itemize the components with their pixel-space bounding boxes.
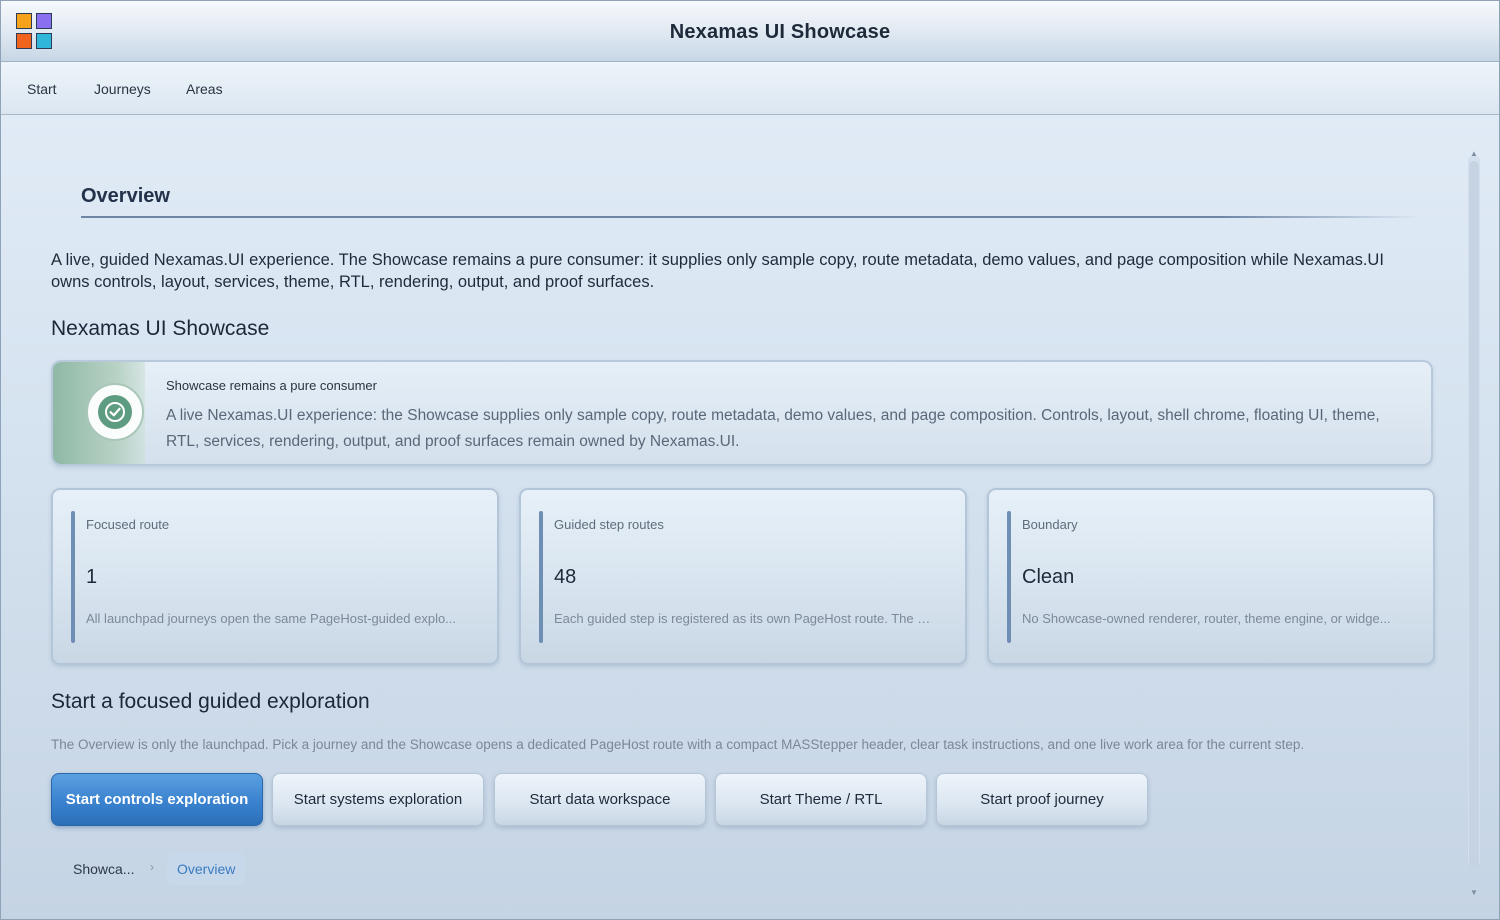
- window-title: Nexamas UI Showcase: [669, 21, 891, 43]
- menu-bar: Start Journeys Areas: [1, 62, 1499, 115]
- stat-card-focused-route: Focused route 1 All launchpad journeys o…: [51, 488, 499, 665]
- stat-value: 1: [86, 566, 98, 588]
- exploration-heading: Start a focused guided exploration: [51, 690, 370, 713]
- stat-label: Focused route: [86, 517, 170, 532]
- scrollbar-thumb[interactable]: [1469, 161, 1479, 869]
- exploration-helper-text: The Overview is only the launchpad. Pick…: [51, 737, 1305, 752]
- section-divider: [81, 216, 1421, 218]
- menu-item-areas[interactable]: Areas: [186, 81, 223, 97]
- menu-item-journeys[interactable]: Journeys: [94, 81, 151, 97]
- start-controls-exploration-button[interactable]: Start controls exploration: [51, 773, 263, 826]
- stat-card-boundary: Boundary Clean No Showcase-owned rendere…: [987, 488, 1435, 665]
- section-title: Overview: [81, 185, 170, 207]
- callout-title: Showcase remains a pure consumer: [166, 378, 377, 393]
- stat-accent-bar: [71, 511, 75, 643]
- stat-card-guided-step-routes: Guided step routes 48 Each guided step i…: [519, 488, 967, 665]
- stat-description: All launchpad journeys open the same Pag…: [86, 611, 457, 626]
- check-circle-icon: [86, 383, 144, 441]
- stat-label: Boundary: [1022, 517, 1078, 532]
- breadcrumb-current[interactable]: Overview: [167, 852, 246, 885]
- start-proof-journey-button[interactable]: Start proof journey: [936, 773, 1148, 826]
- start-data-workspace-button[interactable]: Start data workspace: [494, 773, 706, 826]
- scroll-down-icon[interactable]: ▼: [1469, 888, 1479, 897]
- menu-item-start[interactable]: Start: [27, 81, 57, 97]
- stat-description: Each guided step is registered as its ow…: [554, 611, 934, 626]
- stat-value: 48: [554, 566, 577, 588]
- stat-accent-bar: [539, 511, 543, 643]
- intro-text: A live, guided Nexamas.UI experience. Th…: [51, 251, 1384, 291]
- start-theme-rtl-button[interactable]: Start Theme / RTL: [715, 773, 927, 826]
- title-bar: Nexamas UI Showcase: [1, 1, 1499, 62]
- page-heading: Nexamas UI Showcase: [51, 317, 270, 340]
- scroll-up-icon[interactable]: ▲: [1469, 149, 1479, 158]
- callout-body: A live Nexamas.UI experience: the Showca…: [166, 407, 1380, 450]
- stat-label: Guided step routes: [554, 517, 664, 532]
- start-systems-exploration-button[interactable]: Start systems exploration: [272, 773, 484, 826]
- stat-accent-bar: [1007, 511, 1011, 643]
- breadcrumb-separator-icon: ›: [150, 860, 154, 874]
- page-content: Overview A live, guided Nexamas.UI exper…: [1, 115, 1499, 919]
- breadcrumb-root[interactable]: Showca...: [73, 861, 134, 877]
- info-callout: Showcase remains a pure consumer A live …: [51, 360, 1433, 466]
- stat-description: No Showcase-owned renderer, router, them…: [1022, 611, 1391, 626]
- stat-value: Clean: [1022, 566, 1075, 588]
- app-window: Nexamas UI Showcase Start Journeys Areas…: [0, 0, 1500, 920]
